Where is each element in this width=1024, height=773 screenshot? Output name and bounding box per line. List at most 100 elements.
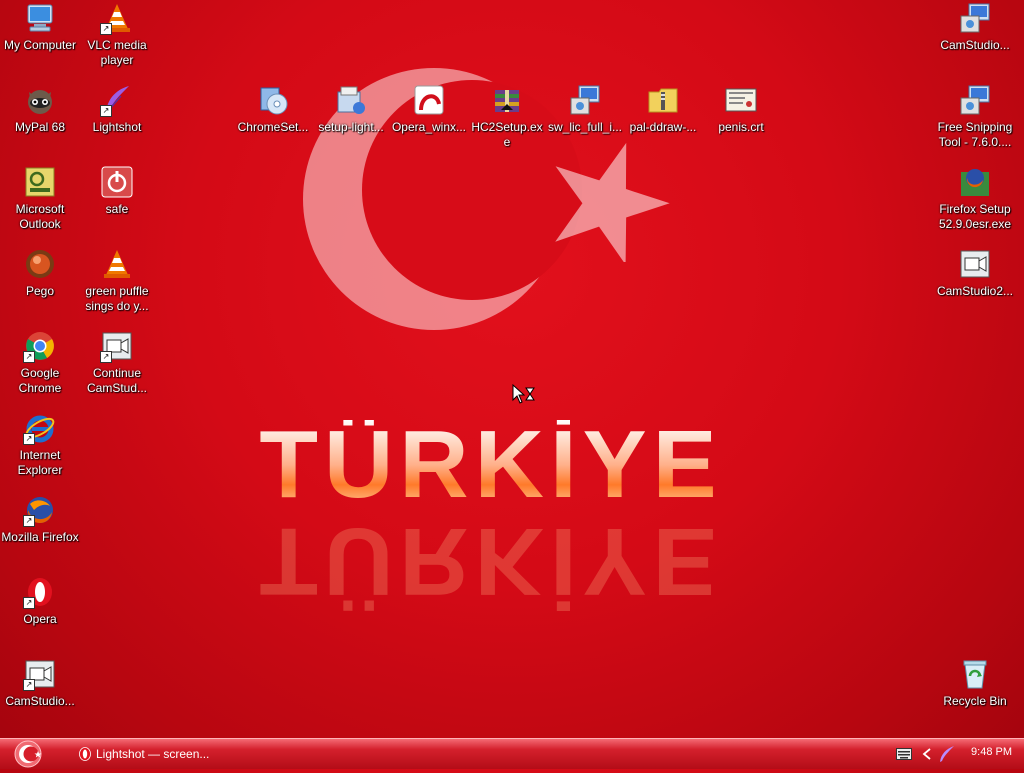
taskbar: Lightshot — screen... 9:48 PM	[0, 738, 1024, 769]
shortcut-arrow-icon: ↗	[100, 105, 112, 117]
desktop-icon-vlc[interactable]: ↗ VLC media player	[78, 2, 156, 68]
icon-label: Lightshot	[92, 120, 142, 134]
installer-monitor-icon	[569, 84, 601, 116]
desktop-icon-setup-light[interactable]: setup-light...	[312, 84, 390, 135]
icon-label: Mozilla Firefox	[1, 530, 79, 544]
desktop-icon-sw-lic[interactable]: sw_lic_full_i...	[546, 84, 624, 135]
desktop-icon-continue-camstudio[interactable]: ↗ Continue CamStud...	[78, 330, 156, 396]
desktop-icon-safe[interactable]: safe	[78, 166, 156, 217]
icon-label: Internet Explorer	[17, 448, 63, 477]
installer-monitor-icon	[959, 2, 991, 34]
icon-label: Firefox Setup 52.9.0esr.exe	[938, 202, 1012, 231]
desktop-icon-firefox[interactable]: ↗ Mozilla Firefox	[1, 494, 79, 545]
shortcut-arrow-icon: ↗	[100, 23, 112, 35]
icon-label: CamStudio...	[940, 38, 1010, 52]
busy-cursor-icon	[512, 384, 535, 404]
outlook-icon	[24, 166, 56, 198]
icon-label: Free Snipping Tool - 7.6.0....	[937, 120, 1013, 149]
icon-label: MyPal 68	[14, 120, 66, 134]
desktop-icon-chrome[interactable]: ↗ Google Chrome	[1, 330, 79, 396]
icon-label: CamStudio...	[5, 694, 75, 708]
icon-label: penis.crt	[718, 120, 764, 134]
desktop-icon-lightshot[interactable]: ↗ Lightshot	[78, 84, 156, 135]
icon-label: Microsoft Outlook	[15, 202, 65, 231]
installer-disc-icon	[257, 84, 289, 116]
icon-label: Recycle Bin	[943, 694, 1007, 708]
icon-label: Continue CamStud...	[86, 366, 148, 395]
shortcut-arrow-icon: ↗	[23, 433, 35, 445]
feather-icon[interactable]	[938, 745, 956, 763]
keyboard-icon[interactable]	[896, 748, 912, 760]
icon-label: VLC media player	[87, 38, 147, 67]
opera-icon: ↗	[23, 576, 56, 609]
start-crescent-icon	[14, 740, 42, 768]
icon-label: Google Chrome	[18, 366, 62, 395]
desktop-icon-camstudio-right[interactable]: CamStudio...	[936, 2, 1014, 53]
icon-label: green puffle sings do y...	[85, 284, 149, 313]
icon-label: ChromeSet...	[237, 120, 309, 134]
recycle-bin-icon	[959, 658, 991, 690]
camstudio-icon	[959, 248, 991, 280]
icon-label: Opera_winx...	[391, 120, 467, 134]
taskbar-item-lightshot[interactable]: Lightshot — screen...	[74, 742, 264, 766]
opera-icon	[79, 747, 91, 761]
icon-label: safe	[105, 202, 129, 216]
desktop-icon-outlook[interactable]: Microsoft Outlook	[1, 166, 79, 232]
certificate-icon	[725, 84, 757, 116]
taskbar-item-label: Lightshot — screen...	[96, 747, 210, 761]
wallpaper-star	[555, 142, 670, 262]
desktop-icon-pego[interactable]: Pego	[1, 248, 79, 299]
icon-label: sw_lic_full_i...	[547, 120, 623, 134]
desktop-icon-green-puffle[interactable]: green puffle sings do y...	[78, 248, 156, 314]
firefox-setup-icon	[959, 166, 991, 198]
start-button[interactable]	[8, 740, 48, 768]
winrar-icon	[491, 84, 523, 116]
desktop-icon-camstudio-left[interactable]: ↗ CamStudio...	[1, 658, 79, 709]
desktop[interactable]: TÜRKİYE TÜRKİYE My Computer MyPal 68 Mic…	[0, 0, 1024, 738]
setup-icon	[335, 84, 367, 116]
desktop-icon-ie[interactable]: ↗ Internet Explorer	[1, 412, 79, 478]
pego-icon	[24, 248, 56, 280]
shortcut-arrow-icon: ↗	[23, 679, 35, 691]
desktop-icon-chromeset[interactable]: ChromeSet...	[234, 84, 312, 135]
icon-label: Opera	[23, 612, 57, 626]
camstudio-icon: ↗	[23, 658, 56, 691]
desktop-icon-camstudio2[interactable]: CamStudio2...	[936, 248, 1014, 299]
desktop-icon-pal-ddraw[interactable]: pal-ddraw-...	[624, 84, 702, 135]
ie-icon: ↗	[23, 412, 56, 445]
icon-label: HC2Setup.exe	[471, 120, 543, 149]
computer-icon	[24, 2, 56, 34]
tray-expand-icon[interactable]	[922, 748, 932, 760]
icon-label: pal-ddraw-...	[629, 120, 697, 134]
shortcut-arrow-icon: ↗	[100, 351, 112, 363]
icon-label: setup-light...	[318, 120, 384, 134]
desktop-icon-penis-crt[interactable]: penis.crt	[702, 84, 780, 135]
desktop-icon-recycle-bin[interactable]: Recycle Bin	[936, 658, 1014, 709]
icon-label: CamStudio2...	[936, 284, 1014, 298]
desktop-icon-opera[interactable]: ↗ Opera	[1, 576, 79, 627]
vlc-cone-icon	[101, 248, 133, 280]
camstudio-icon: ↗	[100, 330, 133, 363]
shortcut-arrow-icon: ↗	[23, 351, 35, 363]
wallpaper-text: TÜRKİYE	[206, 417, 776, 513]
desktop-icon-free-snipping[interactable]: Free Snipping Tool - 7.6.0....	[936, 84, 1014, 150]
installer-monitor-icon	[959, 84, 991, 116]
power-icon	[101, 166, 133, 198]
icon-label: My Computer	[3, 38, 77, 52]
feather-icon: ↗	[100, 84, 133, 117]
firefox-icon: ↗	[23, 494, 56, 527]
icon-label: Pego	[25, 284, 55, 298]
desktop-icon-opera-installer[interactable]: Opera_winx...	[390, 84, 468, 135]
wallpaper-text-reflection: TÜRKİYE	[259, 508, 723, 615]
desktop-icon-my-computer[interactable]: My Computer	[1, 2, 79, 53]
vlc-cone-icon: ↗	[100, 2, 133, 35]
desktop-icon-hc2setup[interactable]: HC2Setup.exe	[468, 84, 546, 150]
desktop-icon-firefox-setup[interactable]: Firefox Setup 52.9.0esr.exe	[936, 166, 1014, 232]
desktop-icon-mypal[interactable]: MyPal 68	[1, 84, 79, 135]
clock[interactable]: 9:48 PM	[971, 746, 1012, 758]
opera-installer-icon	[413, 84, 445, 116]
zip-folder-icon	[647, 84, 679, 116]
chrome-icon: ↗	[23, 330, 56, 363]
shortcut-arrow-icon: ↗	[23, 597, 35, 609]
raccoon-icon	[24, 84, 56, 116]
